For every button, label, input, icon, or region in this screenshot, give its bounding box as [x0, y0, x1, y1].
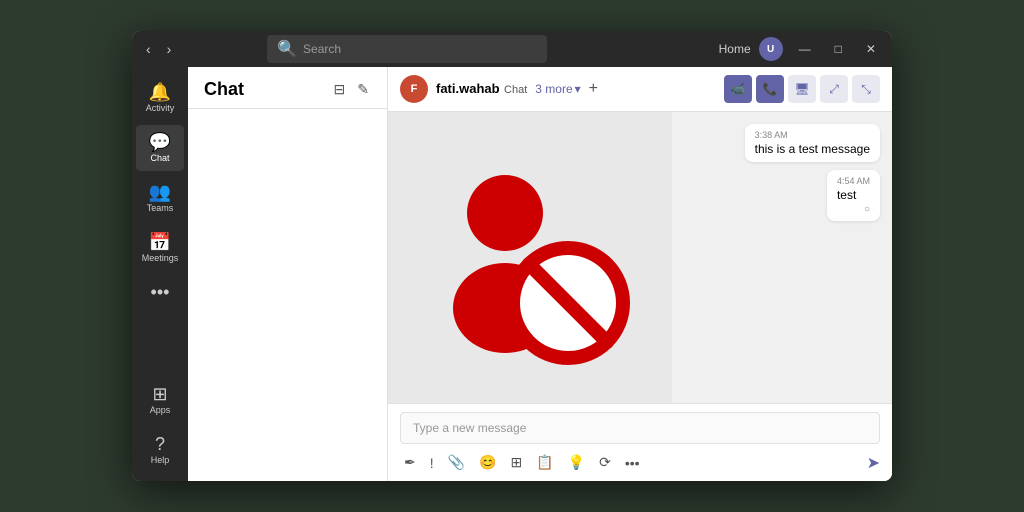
video-call-button[interactable]: 📹 [724, 75, 752, 103]
screen-icon: 🖥 [794, 82, 809, 96]
main-layout: 🔔 Activity 💬 Chat 👥 Teams 📅 Meetings •••… [132, 67, 892, 481]
message-text-1: this is a test message [755, 142, 870, 156]
nav-forward-button[interactable]: › [161, 39, 178, 59]
sidebar-label-meetings: Meetings [142, 253, 179, 263]
chat-list-header: Chat ⊟ ✎ [188, 67, 387, 109]
sidebar-label-activity: Activity [146, 103, 175, 113]
screen-share-button[interactable]: 🖥 [788, 75, 816, 103]
more-options-button[interactable]: ••• [621, 453, 644, 473]
chat-list-actions: ⊟ ✎ [332, 79, 371, 100]
meetings-icon: 📅 [149, 233, 171, 251]
message-time-2: 4:54 AM [837, 176, 870, 186]
search-icon: 🔍 [277, 39, 297, 59]
app-window: ‹ › 🔍 Home U — □ ✕ 🔔 Activity 💬 Chat [132, 31, 892, 481]
sidebar-item-teams[interactable]: 👥 Teams [136, 175, 184, 221]
format-button[interactable]: ✒ [400, 452, 420, 473]
nav-buttons: ‹ › [140, 39, 177, 59]
titlebar: ‹ › 🔍 Home U — □ ✕ [132, 31, 892, 67]
maximize-button[interactable]: □ [827, 38, 850, 60]
help-icon: ? [155, 435, 165, 453]
sidebar-item-meetings[interactable]: 📅 Meetings [136, 225, 184, 271]
titlebar-right: Home U — □ ✕ [719, 37, 884, 61]
expand-button[interactable]: ⤡ [852, 75, 880, 103]
chat-list-title: Chat [204, 79, 332, 100]
filter-button[interactable]: ⊟ [332, 79, 348, 100]
sidebar-item-apps[interactable]: ⊞ Apps [136, 377, 184, 423]
message-input[interactable]: Type a new message [400, 412, 880, 444]
message-text-2: test [837, 188, 870, 202]
chat-list-panel: Chat ⊟ ✎ [188, 67, 388, 481]
sidebar-label-apps: Apps [150, 405, 171, 415]
expand-icon: ⤡ [861, 82, 871, 97]
contact-sub: Chat [504, 84, 527, 96]
emoji-button[interactable]: 😊 [475, 452, 500, 473]
sticker-button[interactable]: 📋 [532, 452, 557, 473]
input-area: Type a new message ✒ ! 📎 😊 ⊞ 📋 💡 ⟳ ••• ➤ [388, 403, 892, 481]
sidebar-item-chat[interactable]: 💬 Chat [136, 125, 184, 171]
messages-area: 3:38 AM this is a test message 4:54 AM t… [388, 112, 892, 403]
chat-header-actions: 📹 📞 🖥 ⤢ ⤡ [724, 75, 880, 103]
contact-info: fati.wahab Chat [436, 80, 527, 98]
sidebar-item-help[interactable]: ? Help [136, 427, 184, 473]
sidebar-label-teams: Teams [147, 203, 174, 213]
search-input[interactable] [303, 42, 537, 56]
toolbar-row: ✒ ! 📎 😊 ⊞ 📋 💡 ⟳ ••• ➤ [400, 452, 880, 473]
contact-avatar: F [400, 75, 428, 103]
user-avatar[interactable]: U [759, 37, 783, 61]
giphy-button[interactable]: ⊞ [507, 452, 527, 473]
message-status-2: ○ [837, 204, 870, 215]
video-icon: 📹 [731, 82, 746, 96]
more-icon: ••• [151, 283, 170, 301]
add-participant-button[interactable]: + [589, 80, 598, 98]
contact-name: fati.wahab [436, 81, 500, 96]
message-bubble-2: 4:54 AM test ○ [827, 170, 880, 221]
important-button[interactable]: ! [426, 453, 438, 473]
chat-header: F fati.wahab Chat 3 more ▾ + 📹 [388, 67, 892, 112]
search-bar[interactable]: 🔍 [267, 35, 547, 63]
attach-button[interactable]: 📎 [444, 452, 469, 473]
sidebar-item-more[interactable]: ••• [136, 275, 184, 309]
blocked-user-svg [420, 148, 640, 368]
message-bubble-1: 3:38 AM this is a test message [745, 124, 880, 162]
close-button[interactable]: ✕ [858, 38, 884, 60]
teams-icon: 👥 [149, 183, 171, 201]
chat-list-area [188, 109, 387, 481]
loop-button[interactable]: ⟳ [595, 452, 615, 473]
more-participants-button[interactable]: 3 more ▾ [535, 82, 580, 96]
blocked-illustration [388, 112, 672, 403]
sidebar: 🔔 Activity 💬 Chat 👥 Teams 📅 Meetings •••… [132, 67, 188, 481]
sidebar-item-activity[interactable]: 🔔 Activity [136, 75, 184, 121]
sidebar-label-help: Help [151, 455, 170, 465]
apps-icon: ⊞ [152, 385, 167, 403]
chat-content: F fati.wahab Chat 3 more ▾ + 📹 [388, 67, 892, 481]
sidebar-label-chat: Chat [150, 153, 169, 163]
minimize-button[interactable]: — [791, 38, 819, 60]
popout-button[interactable]: ⤢ [820, 75, 848, 103]
phone-icon: 📞 [763, 82, 778, 96]
nav-back-button[interactable]: ‹ [140, 39, 157, 59]
new-chat-button[interactable]: ✎ [355, 79, 371, 100]
message-time-1: 3:38 AM [755, 130, 870, 140]
popout-icon: ⤢ [829, 82, 839, 97]
activity-icon: 🔔 [149, 83, 171, 101]
home-label: Home [719, 42, 751, 56]
audio-call-button[interactable]: 📞 [756, 75, 784, 103]
messages-side: 3:38 AM this is a test message 4:54 AM t… [672, 112, 892, 403]
chat-icon: 💬 [149, 133, 171, 151]
praise-button[interactable]: 💡 [564, 452, 589, 473]
send-icon: ➤ [867, 455, 880, 472]
send-button[interactable]: ➤ [867, 453, 880, 473]
